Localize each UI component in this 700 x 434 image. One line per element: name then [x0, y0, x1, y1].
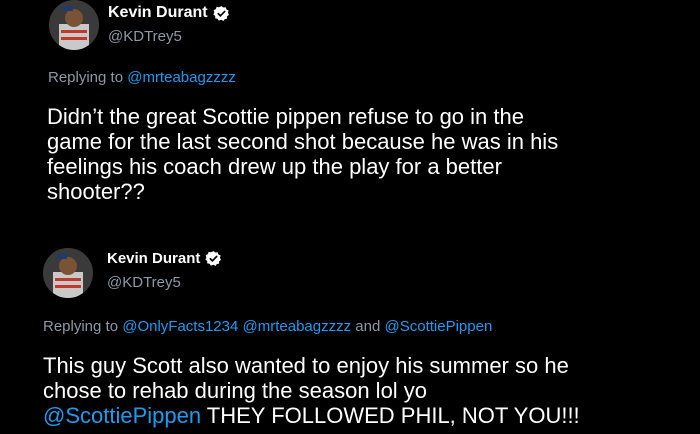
- tweet-header: Kevin Durant @KDTrey5: [0, 0, 700, 60]
- tweet-text-line: This guy Scott also wanted to enjoy his …: [43, 353, 569, 378]
- reply-mention-link[interactable]: @mrteabagzzzz: [243, 318, 352, 335]
- avatar-image: [49, 0, 99, 50]
- verified-badge-icon: [205, 250, 222, 267]
- replying-to-label: Replying to: [43, 318, 123, 335]
- reply-mention-link[interactable]: @OnlyFacts1234: [122, 318, 238, 335]
- avatar[interactable]: [49, 0, 99, 50]
- tweet-text-line: shooter??: [47, 179, 145, 204]
- verified-badge-icon: [212, 5, 230, 22]
- tweet-text-line: @ScottiePippen THEY FOLLOWED PHIL, NOT Y…: [43, 403, 683, 428]
- tweet: Kevin Durant @KDTrey5 Replying to @mrtea…: [0, 0, 700, 204]
- display-name[interactable]: Kevin Durant: [107, 250, 200, 267]
- tweet-header: Kevin Durant @KDTrey5: [0, 240, 700, 300]
- replying-to: Replying to @OnlyFacts1234 @mrteabagzzzz…: [43, 318, 492, 335]
- reply-mention-link[interactable]: @mrteabagzzzz: [127, 69, 236, 86]
- tweet-text-tail: THEY FOLLOWED PHIL, NOT YOU!!!: [201, 403, 580, 428]
- handle[interactable]: @KDTrey5: [108, 28, 182, 45]
- replying-to-label: Replying to: [48, 69, 128, 86]
- reply-joiner: and: [351, 318, 385, 335]
- display-name-row[interactable]: Kevin Durant: [107, 250, 222, 267]
- reply-mention-link[interactable]: @ScottiePippen: [385, 318, 493, 335]
- avatar[interactable]: [43, 248, 93, 298]
- tweet-text-line: feelings his coach drew up the play for …: [47, 154, 502, 179]
- replying-to: Replying to @mrteabagzzzz: [48, 69, 236, 86]
- tweet-text-line: chose to rehab during the season lol yo: [43, 378, 428, 403]
- tweet: Kevin Durant @KDTrey5 Replying to @OnlyF…: [0, 240, 700, 428]
- tweet-text: Didn’t the great Scottie pippen refuse t…: [47, 104, 647, 204]
- body-mention-link[interactable]: @ScottiePippen: [43, 403, 201, 428]
- avatar-image: [43, 248, 93, 298]
- tweet-text: This guy Scott also wanted to enjoy his …: [43, 353, 683, 428]
- display-name-row[interactable]: Kevin Durant: [108, 4, 230, 22]
- tweet-text-line: game for the last second shot because he…: [47, 129, 559, 154]
- display-name[interactable]: Kevin Durant: [108, 4, 208, 22]
- handle[interactable]: @KDTrey5: [107, 274, 181, 291]
- tweet-text-line: Didn’t the great Scottie pippen refuse t…: [47, 104, 524, 129]
